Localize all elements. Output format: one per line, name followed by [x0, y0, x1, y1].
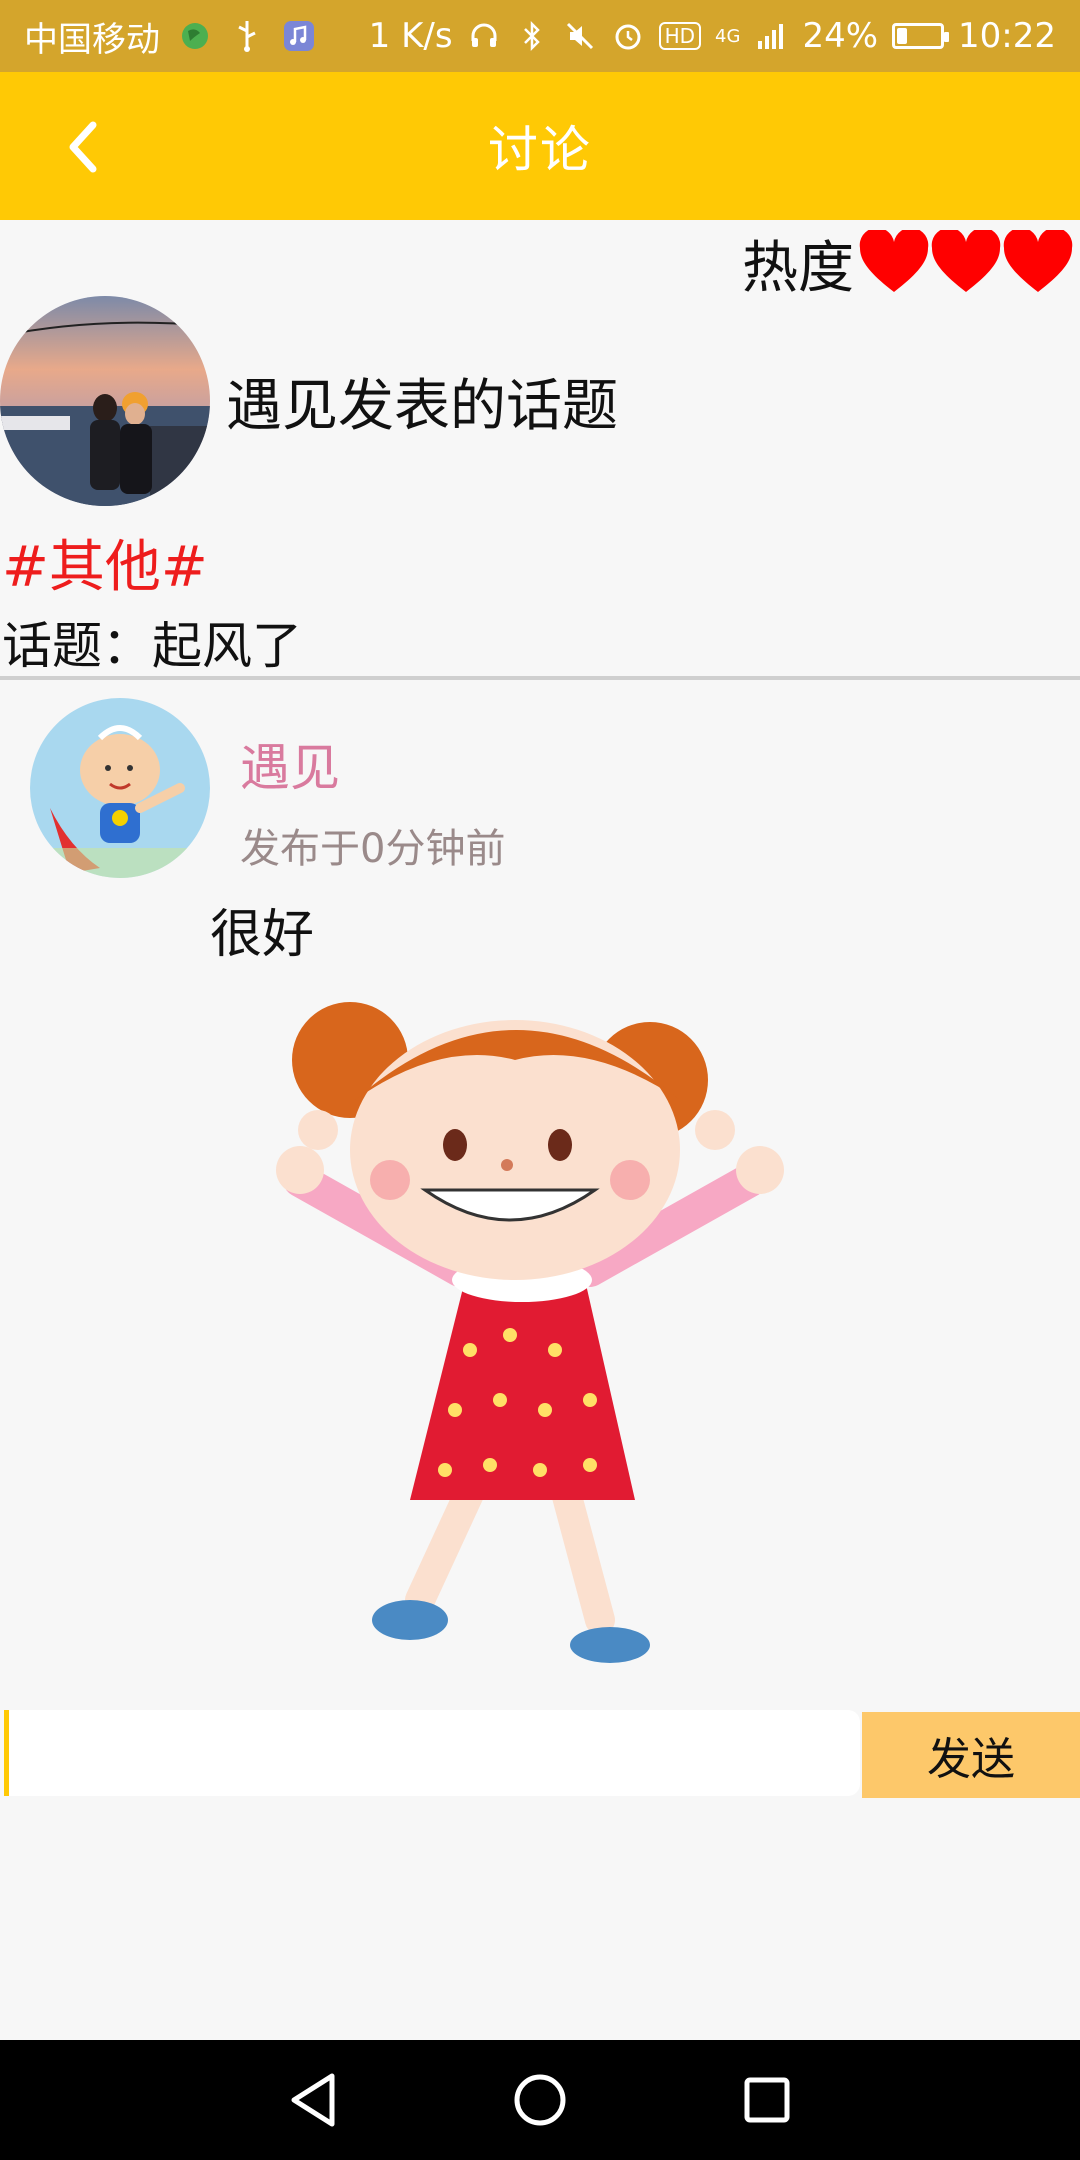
- back-triangle-icon: [291, 2073, 335, 2127]
- globe-icon: [178, 19, 212, 53]
- page-title: 讨论: [488, 121, 592, 179]
- signal-icon: [754, 19, 788, 53]
- author-avatar[interactable]: [0, 296, 210, 506]
- hd-badge: HD: [658, 22, 702, 50]
- back-button[interactable]: [52, 112, 112, 182]
- comment-timestamp: 发布于0分钟前: [240, 826, 506, 872]
- battery-icon: [892, 23, 950, 49]
- send-button[interactable]: 发送: [862, 1712, 1080, 1798]
- nav-home-button[interactable]: [505, 2065, 575, 2135]
- commenter-avatar[interactable]: [30, 698, 210, 878]
- home-circle-icon: [514, 2074, 566, 2126]
- mute-icon: [563, 19, 597, 53]
- comment-input[interactable]: [4, 1710, 860, 1796]
- recents-square-icon: [744, 2077, 790, 2123]
- commenter-name[interactable]: 遇见: [240, 728, 340, 800]
- system-nav-bar: [0, 2040, 1080, 2160]
- bluetooth-icon: [515, 19, 549, 53]
- network-speed: 1 K/s: [368, 16, 453, 56]
- comment-composer: 发送: [0, 1710, 1080, 1800]
- topic-text: 起风了: [152, 617, 302, 675]
- clock: 10:22: [958, 16, 1056, 56]
- heat-indicator: 热度: [742, 228, 1074, 301]
- app-bar: 讨论: [0, 72, 1080, 220]
- heart-icon: [1003, 230, 1073, 292]
- network-type: 4G: [715, 25, 741, 47]
- headphones-icon: [467, 19, 501, 53]
- nav-recents-button[interactable]: [732, 2065, 802, 2135]
- post-heading: 遇见发表的话题: [226, 373, 618, 439]
- topic-tag[interactable]: #其他#: [2, 522, 208, 603]
- status-bar: 中国移动 1 K/s HD 4G 24% 10:22: [0, 0, 1080, 72]
- heart-icon: [931, 230, 1001, 292]
- post-header: 遇见发表的话题: [0, 296, 618, 506]
- carrier-label: 中国移动: [24, 19, 160, 60]
- nav-back-button[interactable]: [278, 2065, 348, 2135]
- battery-percent: 24%: [802, 16, 879, 56]
- topic-line: 话题：起风了: [2, 606, 302, 678]
- topic-label: 话题：: [2, 617, 152, 675]
- heart-icon: [859, 230, 929, 292]
- heat-label: 热度: [742, 235, 854, 301]
- chevron-left-icon: [69, 121, 97, 173]
- usb-icon: [230, 19, 264, 53]
- music-icon: [282, 19, 316, 53]
- comment-sticker-image: [276, 1002, 784, 1663]
- divider: [0, 676, 1080, 680]
- alarm-icon: [611, 19, 645, 53]
- comment-text: 很好: [210, 905, 315, 965]
